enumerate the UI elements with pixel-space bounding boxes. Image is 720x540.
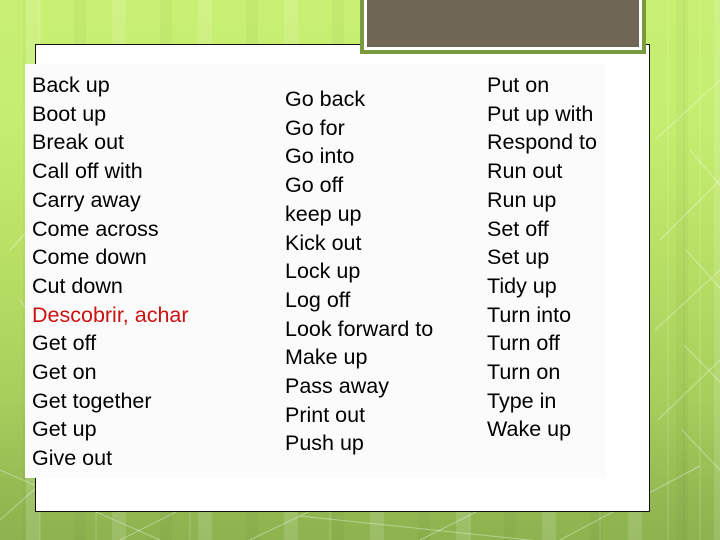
list-item: Carry away	[32, 187, 141, 212]
list-item: Turn off	[487, 331, 560, 356]
list-item: Set off	[487, 216, 549, 241]
media-placeholder-box[interactable]	[360, 0, 646, 54]
phrasal-verbs-column-3: Put on Put up with Respond to Run out Ru…	[487, 71, 597, 444]
list-item: Push up	[285, 431, 364, 456]
list-item-highlighted: Descobrir, achar	[32, 302, 189, 327]
list-item: Get up	[32, 417, 97, 442]
list-item: Wake up	[487, 417, 572, 442]
slide: Back up Boot up Break out Call off with …	[0, 0, 720, 540]
list-item: Come across	[32, 216, 159, 241]
list-item: Go for	[285, 115, 345, 140]
list-item: Tidy up	[487, 273, 557, 298]
list-item: Put on	[487, 73, 550, 97]
list-item: Type in	[487, 388, 557, 413]
list-item: Go off	[285, 173, 344, 198]
list-item: Turn on	[487, 360, 561, 385]
list-item: Make up	[285, 345, 368, 370]
list-item: Give out	[32, 446, 113, 471]
list-item: Get off	[32, 331, 97, 356]
list-item: Go into	[285, 144, 355, 169]
list-item: keep up	[285, 201, 362, 226]
media-placeholder-fill	[367, 0, 639, 47]
list-item: Get on	[32, 360, 97, 385]
list-item: Look forward to	[285, 316, 434, 341]
list-item: Run out	[487, 159, 563, 184]
list-item: Print out	[285, 402, 366, 427]
list-item: Respond to	[487, 130, 597, 155]
list-item: Call off with	[32, 159, 143, 184]
list-item: Cut down	[32, 273, 123, 298]
list-item: Break out	[32, 130, 125, 155]
phrasal-verbs-columns: Back up Boot up Break out Call off with …	[25, 64, 605, 478]
list-item: Go back	[285, 87, 366, 111]
list-item: Come down	[32, 245, 147, 270]
list-item: Boot up	[32, 101, 107, 126]
list-item: Lock up	[285, 259, 361, 284]
list-item: Put up with	[487, 101, 594, 126]
list-item: Get together	[32, 388, 152, 413]
list-item: Run up	[487, 187, 557, 212]
list-item: Set up	[487, 245, 550, 270]
phrasal-verbs-textbox[interactable]: Back up Boot up Break out Call off with …	[25, 64, 605, 478]
list-item: Turn into	[487, 302, 572, 327]
phrasal-verbs-column-1: Back up Boot up Break out Call off with …	[32, 71, 189, 473]
list-item: Pass away	[285, 374, 389, 399]
phrasal-verbs-column-2: Go back Go for Go into Go off keep up Ki…	[285, 85, 433, 458]
list-item: Log off	[285, 287, 351, 312]
media-placeholder-white-frame	[364, 0, 642, 50]
list-item: Back up	[32, 73, 110, 97]
list-item: Kick out	[285, 230, 362, 255]
